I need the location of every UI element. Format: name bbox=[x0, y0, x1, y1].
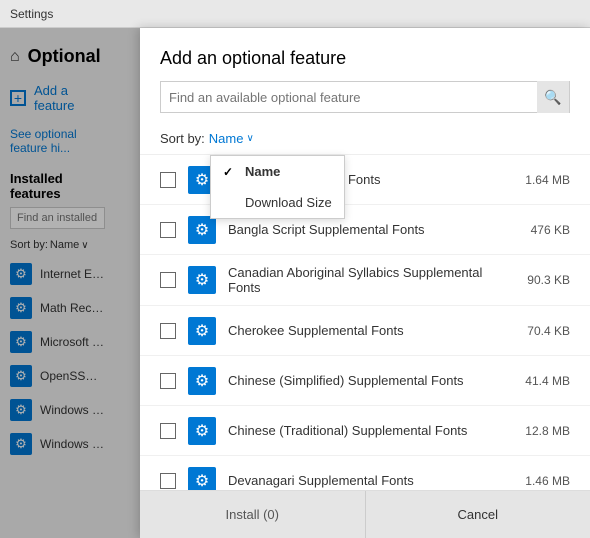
sort-row: Sort by: Name ∨ ✓ Name Download Siz bbox=[140, 123, 590, 154]
add-optional-feature-modal: Add an optional feature 🔍 Sort by: Name … bbox=[140, 28, 590, 538]
feature-name: Chinese (Traditional) Supplemental Fonts bbox=[228, 423, 513, 438]
sort-option-download-size-label: Download Size bbox=[245, 195, 332, 210]
feature-item[interactable]: ⚙ Chinese (Simplified) Supplemental Font… bbox=[140, 356, 590, 406]
feature-item[interactable]: ⚙ Canadian Aboriginal Syllabics Suppleme… bbox=[140, 255, 590, 306]
search-row: 🔍 bbox=[160, 81, 570, 113]
modal-header: Add an optional feature 🔍 bbox=[140, 28, 590, 123]
feature-item[interactable]: ⚙ Chinese (Traditional) Supplemental Fon… bbox=[140, 406, 590, 456]
settings-background: Settings ⌂ Optional + Add a feature See … bbox=[0, 0, 590, 538]
feature-size: 12.8 MB bbox=[525, 424, 570, 438]
feature-size: 1.46 MB bbox=[525, 474, 570, 488]
sort-label: Sort by: bbox=[160, 131, 205, 146]
modal-footer: Install (0) Cancel bbox=[140, 490, 590, 538]
feature-checkbox[interactable] bbox=[160, 373, 176, 389]
feature-size: 41.4 MB bbox=[525, 374, 570, 388]
feature-item[interactable]: ⚙ Bangla Script Supplemental Fonts 476 K… bbox=[140, 205, 590, 255]
feature-size: 90.3 KB bbox=[527, 273, 570, 287]
feature-icon: ⚙ bbox=[188, 266, 216, 294]
sort-option-download-size[interactable]: Download Size bbox=[211, 187, 344, 218]
install-button[interactable]: Install (0) bbox=[140, 491, 365, 538]
feature-name: Bangla Script Supplemental Fonts bbox=[228, 222, 519, 237]
sort-dropdown-trigger[interactable]: Name ∨ bbox=[209, 131, 254, 146]
feature-item[interactable]: ⚙ Devanagari Supplemental Fonts 1.46 MB bbox=[140, 456, 590, 490]
modal-title: Add an optional feature bbox=[160, 48, 570, 69]
titlebar: Settings bbox=[0, 0, 590, 28]
feature-checkbox[interactable] bbox=[160, 272, 176, 288]
feature-name: Chinese (Simplified) Supplemental Fonts bbox=[228, 373, 513, 388]
feature-checkbox[interactable] bbox=[160, 222, 176, 238]
cancel-button[interactable]: Cancel bbox=[365, 491, 590, 538]
sort-option-name-label: Name bbox=[245, 164, 280, 179]
search-button[interactable]: 🔍 bbox=[537, 81, 569, 113]
feature-icon: ⚙ bbox=[188, 367, 216, 395]
feature-list: ⚙ Script Supplemental Fonts 1.64 MB ⚙ Ba… bbox=[140, 154, 590, 490]
feature-checkbox[interactable] bbox=[160, 423, 176, 439]
chevron-down-icon: ∨ bbox=[246, 133, 253, 144]
sort-option-name[interactable]: ✓ Name bbox=[211, 156, 344, 187]
sort-value: Name bbox=[209, 131, 244, 146]
feature-icon: ⚙ bbox=[188, 467, 216, 491]
feature-size: 1.64 MB bbox=[525, 173, 570, 187]
feature-checkbox[interactable] bbox=[160, 323, 176, 339]
feature-item[interactable]: ⚙ Script Supplemental Fonts 1.64 MB bbox=[140, 155, 590, 205]
feature-checkbox[interactable] bbox=[160, 473, 176, 489]
sort-dropdown-menu: ✓ Name Download Size bbox=[210, 155, 345, 219]
feature-size: 476 KB bbox=[531, 223, 570, 237]
search-input[interactable] bbox=[161, 90, 537, 105]
feature-size: 70.4 KB bbox=[527, 324, 570, 338]
checkmark-icon: ✓ bbox=[223, 165, 237, 179]
feature-item[interactable]: ⚙ Cherokee Supplemental Fonts 70.4 KB bbox=[140, 306, 590, 356]
feature-icon: ⚙ bbox=[188, 417, 216, 445]
feature-name: Devanagari Supplemental Fonts bbox=[228, 473, 513, 488]
feature-icon: ⚙ bbox=[188, 317, 216, 345]
feature-checkbox[interactable] bbox=[160, 172, 176, 188]
modal-overlay: Add an optional feature 🔍 Sort by: Name … bbox=[0, 28, 590, 538]
feature-name: Canadian Aboriginal Syllabics Supplement… bbox=[228, 265, 515, 295]
feature-icon: ⚙ bbox=[188, 216, 216, 244]
titlebar-label: Settings bbox=[10, 7, 53, 21]
feature-name: Cherokee Supplemental Fonts bbox=[228, 323, 515, 338]
